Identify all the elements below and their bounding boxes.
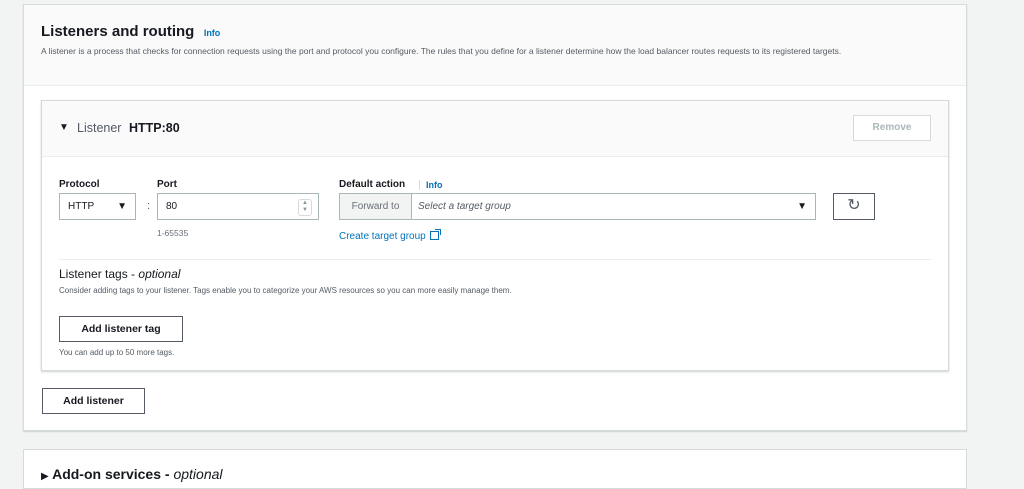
panel-title: Listeners and routing	[41, 23, 195, 40]
port-hint: 1-65535	[157, 228, 189, 238]
add-listener-tag-button[interactable]: Add listener tag	[59, 316, 183, 342]
listener-header[interactable]: ▼ Listener HTTP:80 Remove	[42, 101, 948, 157]
port-label: Port	[157, 179, 177, 190]
listener-name: HTTP:80	[128, 121, 180, 135]
default-action-label: Default action	[339, 179, 406, 190]
refresh-button[interactable]: ↻	[833, 193, 875, 220]
panel-description: A listener is a process that checks for …	[41, 46, 842, 56]
tags-optional-text: optional	[138, 267, 181, 281]
create-target-group-label: Create target group	[339, 231, 426, 242]
addon-title-text: Add-on services	[52, 466, 162, 482]
target-group-placeholder: Select a target group	[418, 201, 511, 212]
listener-tags-description: Consider adding tags to your listener. T…	[59, 286, 512, 295]
port-input[interactable]: 80 ▲ ▼	[157, 193, 319, 220]
listeners-routing-panel: Listeners and routing Info A listener is…	[23, 4, 967, 431]
default-action-info-link[interactable]: Info	[419, 180, 443, 190]
protocol-value: HTTP	[68, 201, 95, 212]
refresh-icon: ↻	[847, 197, 861, 214]
addon-optional-text: optional	[173, 466, 223, 482]
forward-to-label: Forward to	[340, 194, 412, 219]
remove-button[interactable]: Remove	[853, 115, 931, 141]
protocol-select[interactable]: HTTP ▼	[59, 193, 136, 220]
target-group-select[interactable]: Forward to Select a target group ▼	[339, 193, 816, 220]
stepper-icon[interactable]: ▲ ▼	[298, 199, 312, 216]
chevron-down-icon: ▼	[117, 201, 127, 212]
external-link-icon	[429, 229, 441, 240]
create-target-group-link[interactable]: Create target group	[339, 229, 441, 242]
caret-right-icon: ▶	[41, 471, 49, 482]
tags-title-text: Listener tags	[59, 267, 128, 281]
addon-services-panel[interactable]: ▶ Add-on services - optional	[23, 449, 967, 489]
listener-tags-title: Listener tags - optional	[59, 267, 181, 281]
info-link[interactable]: Info	[204, 28, 221, 38]
panel-header: Listeners and routing Info A listener is…	[24, 5, 966, 86]
chevron-down-icon: ▼	[797, 201, 807, 212]
port-value: 80	[166, 201, 178, 212]
addon-services-title[interactable]: ▶ Add-on services - optional	[41, 466, 223, 482]
listener-title: Listener HTTP:80	[77, 121, 180, 135]
listener-prefix: Listener	[77, 121, 122, 135]
caret-down-icon[interactable]: ▼	[59, 122, 69, 133]
protocol-label: Protocol	[59, 179, 100, 190]
add-listener-button[interactable]: Add listener	[42, 388, 145, 414]
listener-card: ▼ Listener HTTP:80 Remove Protocol HTTP …	[41, 100, 949, 371]
tags-hint: You can add up to 50 more tags.	[59, 348, 175, 357]
colon-separator: :	[147, 200, 151, 212]
divider	[59, 259, 931, 260]
